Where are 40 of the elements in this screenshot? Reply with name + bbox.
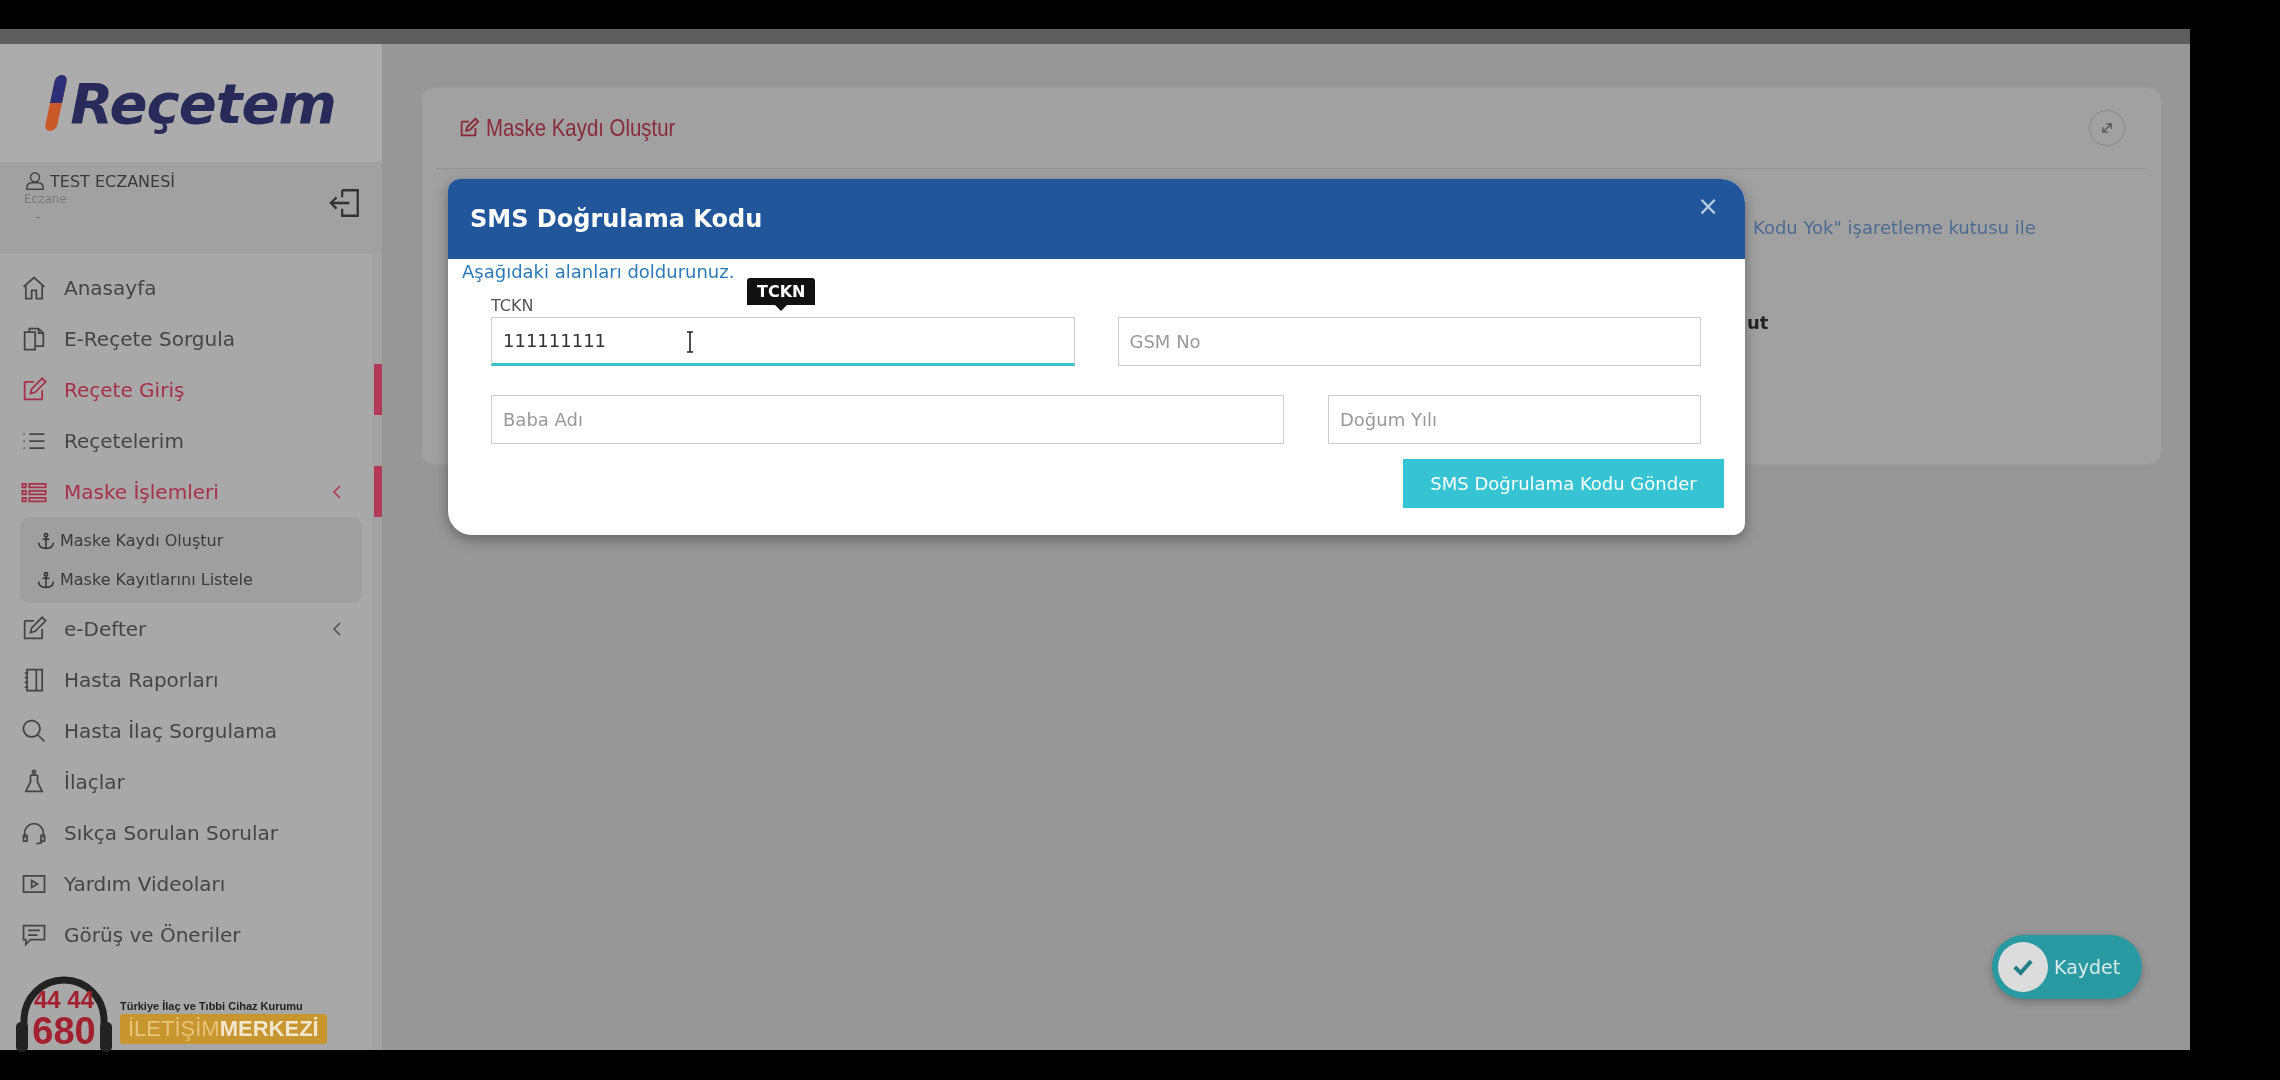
tooltip: TCKN bbox=[747, 278, 816, 311]
text-cursor-icon bbox=[685, 330, 695, 354]
close-button[interactable]: × bbox=[1697, 191, 1719, 221]
menu-item[interactable]: Sıkça Sorulan Sorular bbox=[0, 807, 382, 858]
bold-text: ut bbox=[1747, 312, 1769, 333]
input-field[interactable]: Baba Adı bbox=[491, 395, 1284, 444]
menu-item[interactable]: Anasayfa bbox=[0, 262, 382, 313]
instruction-text: Aşağıdaki alanları doldurunuz. bbox=[462, 261, 735, 282]
save-button[interactable]: Kaydet bbox=[1992, 935, 2142, 999]
send-code-button[interactable]: SMS Doğrulama Kodu Gönder bbox=[1403, 459, 1724, 508]
menu-item[interactable]: Reçetelerim bbox=[0, 415, 382, 466]
user-name: TEST ECZANESİ bbox=[50, 171, 176, 191]
menu-item[interactable]: İlaçlar bbox=[0, 756, 382, 807]
field-label: TCKN bbox=[491, 296, 534, 315]
check-icon bbox=[1998, 942, 2048, 992]
dialog-title: SMS Doğrulama Kodu bbox=[470, 205, 763, 233]
menu-item[interactable]: e-Defter bbox=[0, 603, 382, 654]
menu-item[interactable]: Yardım Videoları bbox=[0, 858, 382, 909]
menu-item[interactable]: E-Reçete Sorgula bbox=[0, 313, 382, 364]
notice-text: Kodu Yok" işaretleme kutusu ile bbox=[1753, 217, 2036, 238]
edit-icon bbox=[458, 117, 480, 139]
agency-name: Türkiye İlaç ve Tıbbi Cihaz Kurumu bbox=[120, 1000, 304, 1012]
menu-item[interactable]: Görüş ve Öneriler bbox=[0, 909, 382, 960]
menu-item[interactable]: Hasta Raporları bbox=[0, 654, 382, 705]
input-field[interactable]: Doğum Yılı bbox=[1328, 395, 1701, 444]
hotline-number: 44 44 bbox=[33, 988, 95, 1012]
user-extra: - bbox=[35, 210, 42, 225]
anchor-icon bbox=[36, 569, 56, 590]
input-field[interactable]: GSM No bbox=[1117, 317, 1701, 366]
user-icon bbox=[24, 170, 46, 193]
hotline-number: 680 bbox=[32, 1012, 96, 1050]
app-logo[interactable]: Reçetem bbox=[70, 70, 336, 136]
card-title: Maske Kaydı Oluştur bbox=[486, 114, 677, 142]
input-field[interactable]: 111111111 bbox=[491, 317, 1075, 366]
menu-item[interactable]: Hasta İlaç Sorgulama bbox=[0, 705, 382, 756]
call-center-banner: İLETİŞİMMERKEZİ bbox=[120, 1014, 327, 1044]
anchor-icon bbox=[36, 530, 56, 551]
submenu-item[interactable]: Maske Kaydı Oluştur bbox=[20, 521, 362, 560]
submenu-item[interactable]: Maske Kayıtlarını Listele bbox=[20, 560, 362, 599]
menu-item[interactable]: Reçete Giriş bbox=[0, 364, 382, 415]
